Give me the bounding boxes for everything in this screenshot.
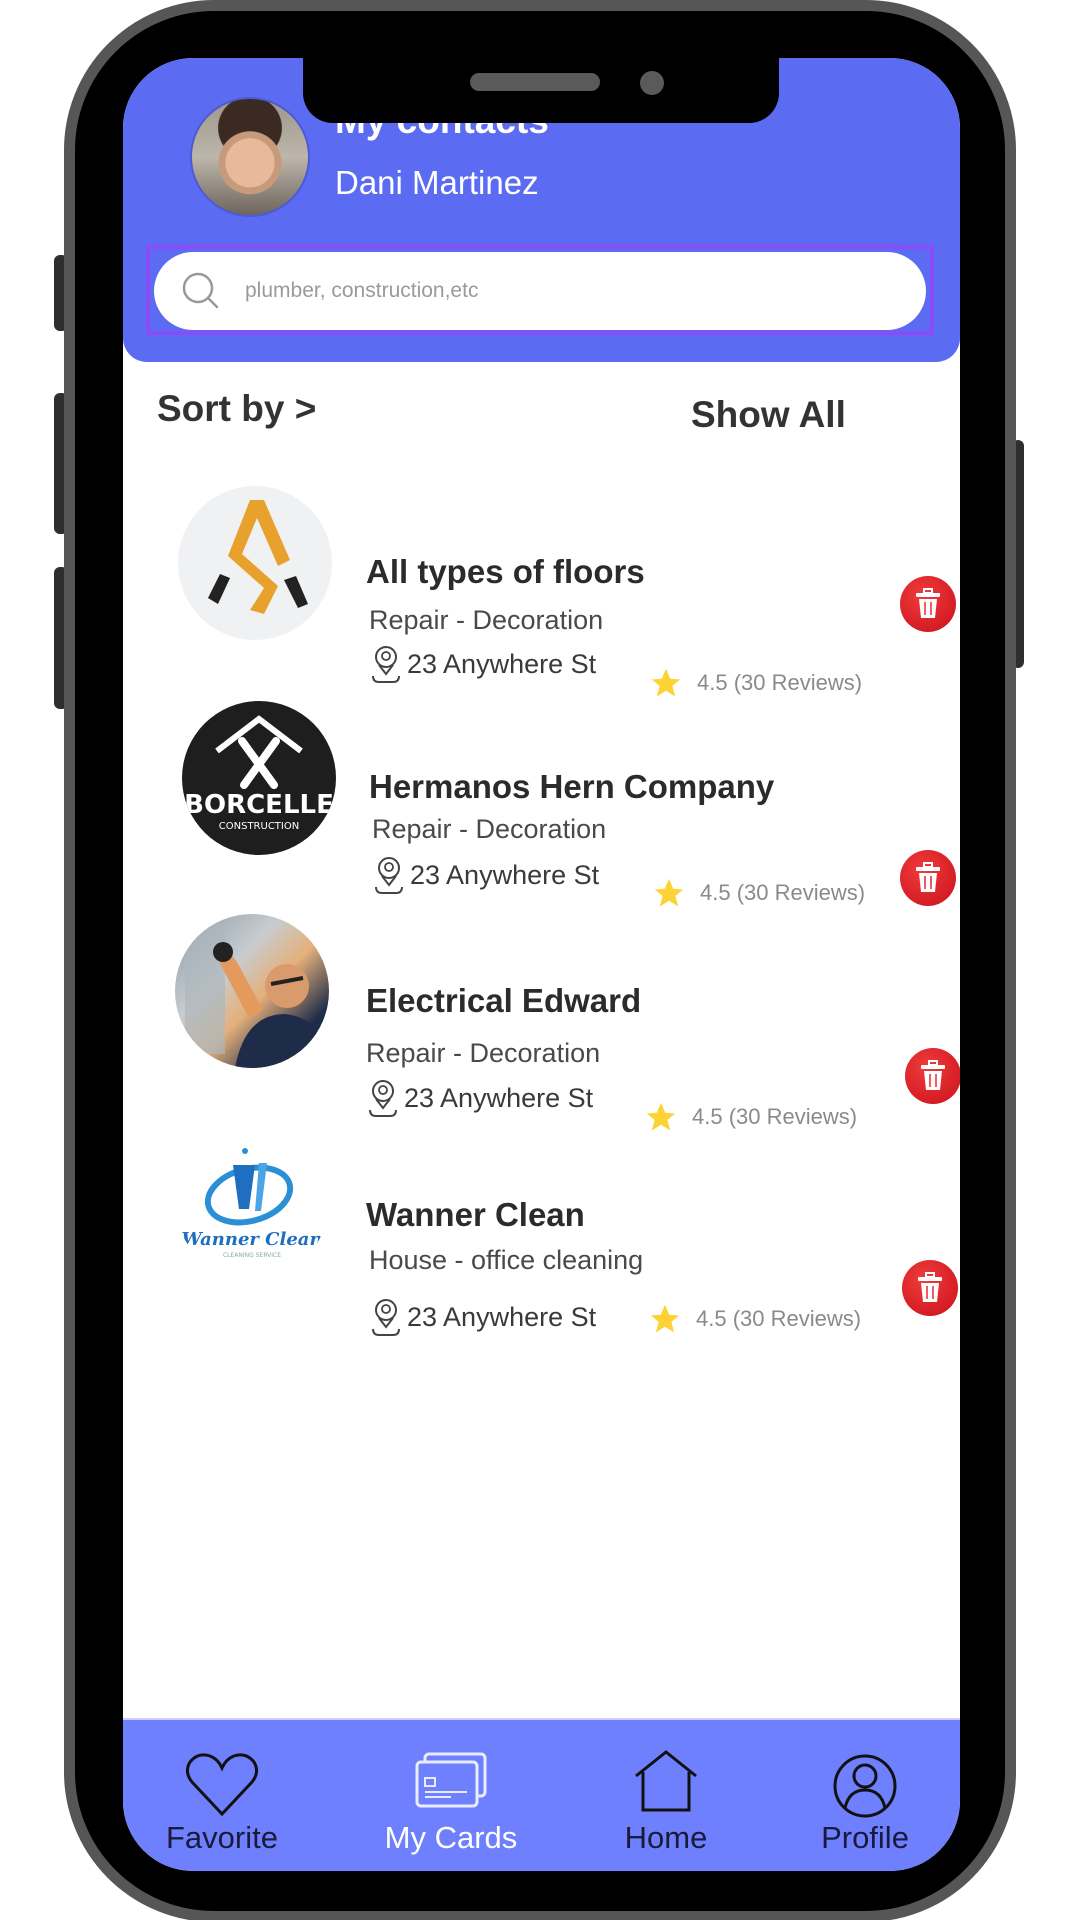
search-icon (182, 272, 219, 309)
search-bar[interactable] (154, 252, 926, 330)
home-icon (635, 1750, 697, 1812)
trash-icon (921, 1060, 945, 1090)
nav-home[interactable]: Home (576, 1720, 756, 1871)
profile-icon (833, 1754, 897, 1818)
contact-row[interactable]: Wanner Clean CLEANING SERVICE Wanner Cle… (123, 1121, 960, 1336)
rating-text: 4.5 (30 Reviews) (696, 1306, 862, 1331)
speaker-grille (470, 73, 600, 91)
contact-row[interactable]: All types of floors Repair - Decoration … (123, 478, 960, 697)
front-camera (640, 71, 664, 95)
delete-button[interactable] (902, 1260, 958, 1316)
sort-by-button[interactable]: Sort by > (157, 388, 316, 430)
borcelle-logo-text: BORCELLE (184, 790, 334, 820)
nav-label: Favorite (166, 1820, 278, 1855)
cards-icon (415, 1752, 487, 1808)
nav-profile[interactable]: Profile (775, 1720, 955, 1871)
location-pin-icon (372, 1299, 400, 1336)
address-text: 23 Anywhere St (404, 1082, 594, 1113)
phone-notch (303, 58, 779, 123)
trash-icon (918, 1272, 942, 1302)
contact-category: Repair - Decoration (366, 1038, 601, 1068)
nav-favorite[interactable]: Favorite (132, 1720, 312, 1871)
contact-row[interactable]: Electrical Edward Repair - Decoration 23… (123, 908, 960, 1131)
user-name: Dani Martinez (335, 164, 539, 201)
heart-icon (185, 1753, 259, 1817)
contact-name[interactable]: Hermanos Hern Company (369, 768, 774, 806)
electrician-photo (175, 914, 329, 1068)
address-text: 23 Anywhere St (407, 1301, 597, 1332)
borcelle-logo-subtext: CONSTRUCTION (219, 821, 299, 832)
nav-label: My Cards (384, 1820, 518, 1855)
star-icon (650, 1304, 680, 1333)
search-frame (146, 245, 934, 335)
contact-rating: 4.5 (30 Reviews) (652, 876, 865, 910)
location-pin-icon (369, 1080, 397, 1117)
delete-button[interactable] (905, 1048, 960, 1104)
contact-address: 23 Anywhere St (369, 644, 596, 684)
nav-label: Profile (821, 1820, 909, 1855)
contact-row[interactable]: BORCELLE CONSTRUCTION Hermanos Hern Comp… (123, 693, 960, 907)
bottom-nav: Favorite My Cards Home Profile (123, 1718, 960, 1871)
nav-label: Home (624, 1820, 708, 1855)
contact-address: 23 Anywhere St (372, 855, 599, 895)
location-pin-icon (375, 857, 403, 894)
wanner-logo-text: Wanner Clean (181, 1229, 322, 1250)
contact-name[interactable]: Electrical Edward (366, 982, 641, 1020)
nav-my-cards[interactable]: My Cards (361, 1720, 541, 1871)
floors-logo (178, 486, 332, 640)
star-icon (654, 878, 684, 907)
delete-button[interactable] (900, 576, 956, 632)
trash-icon (916, 862, 940, 892)
contact-category: House - office cleaning (369, 1245, 644, 1275)
contact-address: 23 Anywhere St (369, 1297, 596, 1337)
app-screen: My contacts Dani Martinez Sort by > Show… (123, 58, 960, 1871)
address-text: 23 Anywhere St (407, 648, 597, 679)
delete-button[interactable] (900, 850, 956, 906)
location-pin-icon (372, 646, 400, 683)
contact-category: Repair - Decoration (372, 814, 607, 844)
borcelle-logo: BORCELLE CONSTRUCTION (182, 701, 336, 855)
address-text: 23 Anywhere St (410, 859, 600, 890)
contact-address: 23 Anywhere St (366, 1078, 593, 1118)
contact-rating: 4.5 (30 Reviews) (648, 1302, 861, 1336)
trash-icon (916, 588, 940, 618)
show-all-button[interactable]: Show All (691, 394, 846, 436)
wanner-logo-subtext: CLEANING SERVICE (223, 1252, 281, 1259)
contact-name[interactable]: All types of floors (366, 553, 645, 591)
wanner-clean-logo: Wanner Clean CLEANING SERVICE (175, 1125, 329, 1279)
user-avatar[interactable] (190, 97, 310, 217)
rating-text: 4.5 (30 Reviews) (700, 880, 866, 905)
search-input[interactable] (245, 279, 845, 303)
contact-name[interactable]: Wanner Clean (366, 1196, 585, 1234)
contact-category: Repair - Decoration (369, 605, 604, 635)
